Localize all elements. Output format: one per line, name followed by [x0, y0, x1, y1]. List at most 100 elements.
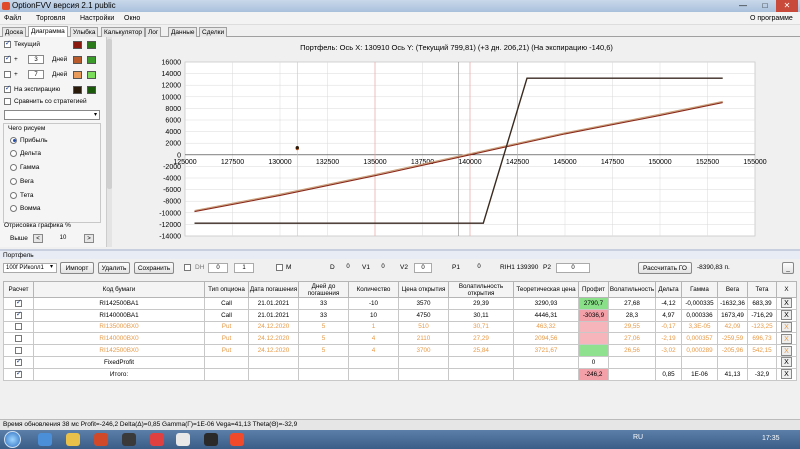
days3-input[interactable]: 3 [28, 55, 44, 64]
table-row[interactable]: RI142500BA1Call21.01.202133-10357029,393… [3, 297, 797, 310]
chrome-icon[interactable] [176, 433, 190, 446]
compare-row[interactable]: Сравнить со стратегией [4, 97, 87, 107]
clock[interactable]: 17:35 [762, 435, 780, 442]
calc-margin-button[interactable]: Рассчитать ГО [638, 262, 692, 274]
cell-code[interactable]: RI135000BX0 [33, 320, 205, 334]
scrollbar-thumb[interactable] [107, 39, 112, 189]
current-row[interactable]: Текущий [4, 39, 40, 50]
option-gamma[interactable]: Гамма [10, 163, 39, 173]
above-value[interactable]: 10 [45, 234, 81, 243]
expiry-color-2[interactable] [87, 86, 96, 94]
optionfvv-taskbar-icon[interactable] [230, 433, 244, 446]
expiry-row[interactable]: На экспирацию [4, 84, 60, 95]
option-profit[interactable]: Прибыль [10, 136, 48, 146]
col-header-gamma[interactable]: Гамма [681, 281, 718, 298]
menu-window[interactable]: Окно [124, 12, 140, 25]
cell-profit[interactable]: -246,2 [578, 367, 609, 381]
col-header-days[interactable]: Дней до погашения [298, 281, 349, 298]
col-header-open-price[interactable]: Цена открытия [398, 281, 449, 298]
import-button[interactable]: Импорт [60, 262, 94, 274]
ie-icon[interactable] [38, 433, 52, 446]
col-header-theta[interactable]: Тета [747, 281, 777, 298]
tab-calculator[interactable]: Калькулятор [101, 27, 146, 37]
radio-profit[interactable] [10, 136, 17, 144]
v2-input[interactable]: 0 [414, 263, 432, 273]
cell-profit[interactable]: -3036,9 [578, 308, 609, 322]
tab-log[interactable]: Лог [145, 27, 162, 37]
col-header-expiry[interactable]: Дата погашения [248, 281, 299, 298]
cell-profit[interactable]: 2790,7 [578, 297, 609, 310]
minimize-button[interactable]: — [732, 0, 754, 12]
col-header-vol[interactable]: Волатильность [608, 281, 656, 298]
panel-minimize-button[interactable]: _ [782, 262, 794, 274]
table-row[interactable]: Итого: -246,2 0,851E-0641,13-32,9 X [3, 367, 797, 381]
current-color-2[interactable] [87, 41, 96, 49]
row-remove-button[interactable]: X [781, 333, 792, 344]
radio-vega[interactable] [10, 177, 17, 185]
terminal-icon[interactable] [204, 433, 218, 446]
cell-code[interactable]: RI140000BA1 [33, 308, 205, 322]
row-remove-button[interactable]: X [781, 369, 792, 380]
close-button[interactable]: ✕ [776, 0, 798, 12]
option-delta[interactable]: Дельта [10, 149, 41, 159]
col-header-qty[interactable]: Количество [348, 281, 399, 298]
yandex-icon[interactable] [122, 433, 136, 446]
days3-checkbox[interactable] [4, 54, 11, 64]
compare-checkbox[interactable] [4, 97, 11, 105]
col-header-theo-price[interactable]: Теоретическая цена [513, 281, 579, 298]
col-header-delta[interactable]: Дельта [655, 281, 682, 298]
row-calc-checkbox[interactable] [15, 323, 22, 331]
col-header-code[interactable]: Код бумаги [33, 281, 205, 298]
row-calc-checkbox[interactable] [15, 369, 22, 378]
expiry-checkbox[interactable] [4, 84, 11, 94]
days7-color-1[interactable] [73, 71, 82, 79]
col-header-type[interactable]: Тип опциона [204, 281, 249, 298]
dh-checkbox[interactable] [184, 264, 191, 271]
cell-code[interactable]: RI142500BX0 [33, 344, 205, 357]
row-remove-button[interactable]: X [781, 357, 792, 368]
cell-code[interactable]: RI140000BX0 [33, 332, 205, 346]
table-row[interactable]: RI140000BA1Call21.01.20213310475030,1144… [3, 308, 797, 322]
cell-profit[interactable]: 0 [578, 355, 609, 369]
option-vomma[interactable]: Вомма [10, 204, 41, 214]
option-vega[interactable]: Вега [10, 177, 34, 187]
row-remove-button[interactable]: X [781, 345, 792, 356]
radio-vomma[interactable] [10, 204, 17, 212]
cell-profit[interactable] [578, 332, 609, 346]
col-header-calc[interactable]: Расчет [3, 281, 34, 298]
menu-about[interactable]: О программе [750, 12, 793, 25]
table-row[interactable]: FixedProfit 0 X [3, 355, 797, 369]
row-calc-checkbox[interactable] [15, 357, 22, 366]
col-header-profit[interactable]: Профит [578, 281, 609, 298]
table-row[interactable]: RI140000BX0 Put 24.12.2020 5 4 2110 27,29 2094,… [3, 332, 797, 346]
menu-file[interactable]: Файл [4, 12, 21, 25]
tab-trades[interactable]: Сделки [199, 27, 228, 37]
account-select[interactable]: 100f РИколл1 [3, 263, 57, 273]
row-remove-button[interactable]: X [781, 310, 792, 321]
option-theta[interactable]: Тета [10, 191, 34, 201]
days7-checkbox[interactable] [4, 70, 11, 78]
row-remove-button[interactable]: X [781, 298, 792, 309]
days3-color-2[interactable] [87, 56, 96, 64]
delete-button[interactable]: Удалить [98, 262, 130, 274]
col-header-open-vol[interactable]: Волатильность открытия [448, 281, 514, 298]
strategy-dropdown[interactable]: ▾ [4, 110, 100, 120]
tab-data[interactable]: Данные [168, 27, 198, 37]
tab-board[interactable]: Доска [2, 27, 26, 37]
save-button[interactable]: Сохранить [134, 262, 174, 274]
maximize-button[interactable]: □ [754, 0, 776, 12]
p2-input[interactable]: 0 [556, 263, 590, 273]
days7-color-2[interactable] [87, 71, 96, 79]
above-decrease-button[interactable]: < [33, 234, 43, 243]
radio-gamma[interactable] [10, 163, 17, 171]
profit-chart[interactable]: 1600014000120001000080006000400020000-20… [113, 37, 800, 247]
dh-input-2[interactable]: 1 [234, 263, 254, 273]
cell-code[interactable]: Итого: [33, 367, 205, 381]
radio-delta[interactable] [10, 149, 17, 157]
dh-input-1[interactable]: 0 [208, 263, 228, 273]
cell-profit[interactable] [578, 320, 609, 334]
row-calc-checkbox[interactable] [15, 298, 22, 307]
current-checkbox[interactable] [4, 39, 11, 49]
opera-icon[interactable] [150, 433, 164, 446]
row-calc-checkbox[interactable] [15, 347, 22, 354]
